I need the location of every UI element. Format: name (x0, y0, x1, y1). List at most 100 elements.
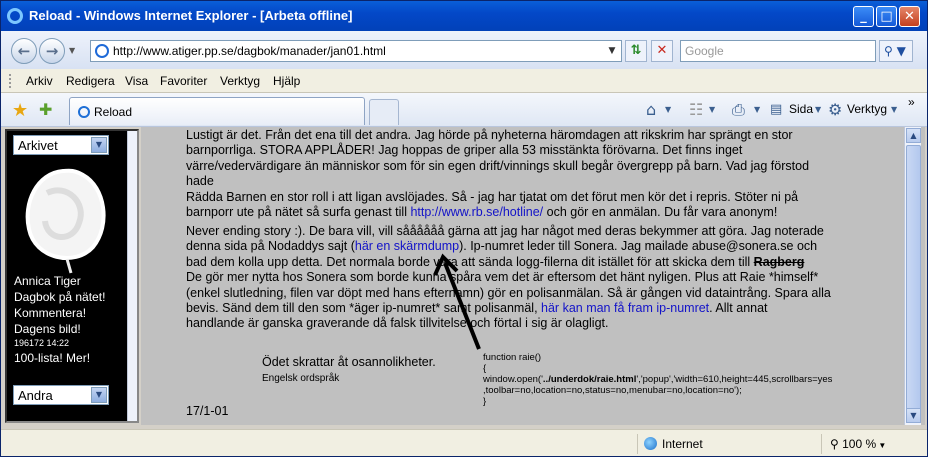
sidebar-link-dagens-bild[interactable]: Dagens bild! (14, 322, 81, 336)
search-input[interactable]: Google (680, 40, 876, 62)
sidebar-link-kommentera[interactable]: Kommentera! (14, 306, 86, 320)
chevron-more-icon[interactable]: » (908, 95, 915, 109)
feeds-dropdown-icon[interactable]: ▼ (709, 105, 715, 114)
menu-grip (9, 74, 12, 88)
para2-line: De gör mer nytta hos Sonera som borde ku… (186, 270, 819, 285)
tab-toolbar: ★ ✚ Reload ⌂ ▼ ☷ ▼ ⎙ ▼ ▤ Sida ▼ ⚙ Verkty… (1, 93, 927, 127)
code-snippet: function raie(){window.open('../underdok… (483, 352, 832, 407)
left-frame: Arkivet ▼ Annica Tiger Dagbok på nätet! … (5, 129, 139, 423)
para1-end: och gör en anmälan. Du får vara anonym! (543, 205, 778, 220)
para1-line: Rädda Barnen en stor roll i att ligan av… (186, 189, 799, 204)
zoom-icon: ⚲ (830, 437, 843, 451)
para2-line: (enkel slutledning, filen var döpt med h… (186, 285, 831, 300)
add-favorites-icon[interactable]: ✚ (39, 100, 52, 119)
screenshot-link[interactable]: här en skärmdump (355, 239, 459, 253)
close-button[interactable]: ✕ (899, 6, 920, 27)
back-button[interactable]: ← (11, 38, 37, 64)
minimize-button[interactable]: _ (853, 6, 874, 27)
code-text: ','popup','width=610,height=445,scrollba… (636, 374, 833, 385)
other-select-value: Andra (18, 388, 53, 403)
code-line: function raie() (483, 352, 542, 363)
archive-select-value: Arkivet (18, 138, 58, 153)
left-scrollbar[interactable] (127, 131, 137, 421)
para2-text: ). Ip-numret leder till Sonera. Jag mail… (459, 239, 818, 254)
para2-line: handlande är ganska graverande då falsk … (186, 316, 609, 331)
stop-button[interactable]: ✕ (651, 40, 673, 62)
address-field[interactable]: http://www.atiger.pp.se/dagbok/manader/j… (90, 40, 622, 62)
menu-hjalp[interactable]: Hjälp (273, 74, 300, 88)
code-path: ../underdok/raie.html (542, 374, 637, 385)
menu-redigera[interactable]: Redigera (66, 74, 115, 88)
zone-label: Internet (662, 437, 703, 451)
page-dropdown-icon[interactable]: ▼ (815, 105, 821, 114)
menu-favoriter[interactable]: Favoriter (160, 74, 207, 88)
struck-name: Ragberg (753, 254, 805, 269)
scroll-down-icon[interactable]: ▼ (906, 408, 921, 423)
page-icon (95, 44, 109, 58)
archive-select[interactable]: Arkivet ▼ (13, 135, 109, 155)
forward-button[interactable]: → (39, 38, 65, 64)
article-paragraph-2: Never ending story :). De bara vill, vil… (186, 224, 836, 332)
page-content: Arkivet ▼ Annica Tiger Dagbok på nätet! … (1, 127, 927, 427)
window-title: Reload - Windows Internet Explorer - [Ar… (29, 8, 353, 23)
tab-label: Reload (94, 105, 133, 119)
page-menu-label[interactable]: Sida (789, 102, 813, 116)
menu-verktyg[interactable]: Verktyg (220, 74, 260, 88)
address-toolbar: ← → ▼ http://www.atiger.pp.se/dagbok/man… (1, 31, 927, 69)
tools-dropdown-icon[interactable]: ▼ (891, 105, 897, 114)
scroll-up-icon[interactable]: ▲ (906, 128, 921, 143)
quote-text: Ödet skrattar åt osannolikheter. (262, 355, 436, 369)
home-dropdown-icon[interactable]: ▼ (665, 105, 671, 114)
chevron-down-icon: ▼ (91, 137, 107, 153)
menu-arkiv[interactable]: Arkiv (26, 74, 53, 88)
hotline-link[interactable]: http://www.rb.se/hotline/ (410, 205, 543, 219)
feeds-icon[interactable]: ☷ (689, 100, 703, 119)
menu-visa[interactable]: Visa (125, 74, 148, 88)
globe-icon (644, 437, 657, 450)
gear-icon: ⚙ (828, 100, 843, 119)
favorites-star-icon[interactable]: ★ (12, 100, 28, 121)
print-icon[interactable]: ⎙ (732, 100, 745, 120)
code-line: } (483, 396, 487, 407)
tools-menu-label[interactable]: Verktyg (847, 102, 887, 116)
code-text: window.open(' (483, 374, 543, 385)
status-bar: Internet ⚲ 100 % ▼ (1, 429, 927, 456)
browser-window: Reload - Windows Internet Explorer - [Ar… (0, 0, 928, 457)
para1-line: barnporr ute på nätet så surfa genast ti… (186, 205, 411, 220)
scroll-thumb[interactable] (906, 145, 921, 413)
ie-tab-icon (78, 106, 90, 118)
refresh-button[interactable]: ⇅ (625, 40, 647, 62)
maximize-button[interactable]: □ (876, 6, 897, 27)
page-menu-icon: ▤ (770, 102, 783, 117)
history-dropdown-icon[interactable]: ▼ (69, 46, 75, 55)
zoom-level: 100 % (842, 437, 877, 451)
para2-text: . Allt annat (709, 301, 768, 316)
menu-bar: Arkiv Redigera Visa Favoriter Verktyg Hj… (1, 69, 927, 93)
article-paragraph-1: Lustigt är det. Från det ena till det an… (186, 128, 836, 220)
title-bar: Reload - Windows Internet Explorer - [Ar… (1, 1, 927, 31)
address-dropdown-icon[interactable]: ▼ (605, 43, 619, 59)
visitor-counter: 196172 14:22 (14, 338, 70, 348)
other-select[interactable]: Andra ▼ (13, 385, 109, 405)
para1-line: barnporrliga. STORA APPLÅDER! Jag hoppas… (186, 143, 743, 158)
para1-line: värre/vedervärdigare än människor som fö… (186, 158, 810, 189)
para2-text: denna sida på Nodaddys sajt ( (186, 239, 355, 254)
sidebar-link-dagbok[interactable]: Dagbok på nätet! (14, 290, 105, 304)
quote-source: Engelsk ordspråk (262, 373, 340, 384)
sidebar-link-100-lista[interactable]: 100-lista! Mer! (14, 351, 90, 365)
scribble-avatar-image (25, 168, 106, 274)
ie-logo-icon (7, 8, 23, 24)
zoom-control[interactable]: ⚲ 100 % ▼ (821, 434, 886, 454)
search-button[interactable]: ⚲ ▼ (879, 40, 913, 62)
print-dropdown-icon[interactable]: ▼ (754, 105, 760, 114)
address-url: http://www.atiger.pp.se/dagbok/manader/j… (113, 44, 386, 58)
security-zone: Internet (637, 434, 703, 454)
author-name: Annica Tiger (14, 274, 81, 288)
main-scrollbar[interactable]: ▲ ▼ (904, 127, 921, 425)
tab-reload[interactable]: Reload (69, 97, 365, 125)
new-tab-button[interactable] (369, 99, 399, 125)
entry-date: 17/1-01 (186, 404, 229, 418)
home-icon[interactable]: ⌂ (646, 100, 656, 119)
ip-lookup-link[interactable]: här kan man få fram ip-numret (541, 301, 709, 315)
chevron-down-icon: ▼ (91, 387, 107, 403)
